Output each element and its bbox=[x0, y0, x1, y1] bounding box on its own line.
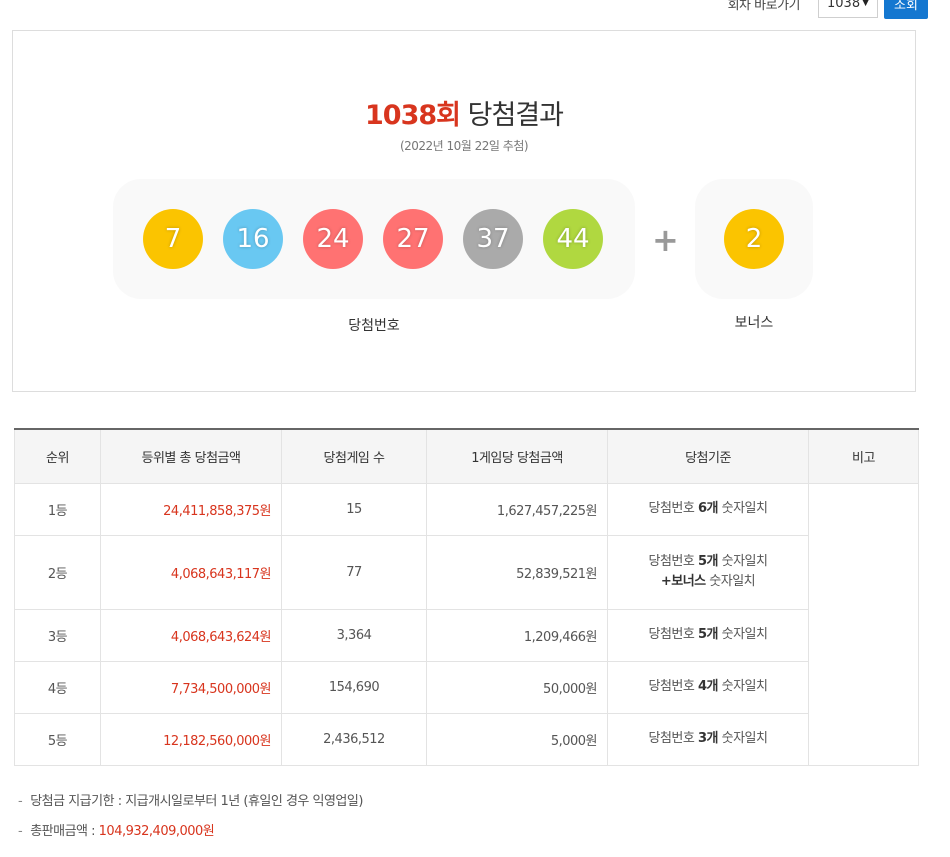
criteria-count: 6개 bbox=[697, 501, 719, 516]
winner-count-cell: 77 bbox=[281, 534, 427, 610]
draw-date: (2022년 10월 22일 추첨) bbox=[399, 139, 529, 153]
column-header: 1게임당 당첨금액 bbox=[426, 428, 608, 484]
prize-table: 순위 등위별 총 당첨금액 당첨게임 수 1게임당 당첨금액 당첨기준 비고 1… bbox=[14, 428, 919, 766]
winner-count-cell: 15 bbox=[281, 482, 427, 536]
per-game-prize-cell: 50,000원 bbox=[426, 660, 608, 714]
criteria-text: 숫자일치 bbox=[718, 501, 768, 516]
total-prize-cell: 4,068,643,624원 bbox=[100, 608, 282, 662]
column-header: 당첨기준 bbox=[607, 428, 809, 484]
result-notes: - 당첨금 지급기한 : 지급개시일로부터 1년 (휴일인 경우 익영업일) -총… bbox=[18, 790, 363, 850]
winning-numbers-panel: 7 16 24 27 37 44 bbox=[113, 179, 635, 299]
criteria-text: 당첨번호 bbox=[648, 627, 698, 642]
bonus-ball: 2 bbox=[724, 209, 784, 269]
caret-down-icon: ▼ bbox=[862, 0, 869, 8]
criteria-count: 5개 bbox=[697, 554, 719, 569]
winning-ball: 16 bbox=[223, 209, 283, 269]
total-prize-cell: 12,182,560,000원 bbox=[100, 712, 282, 766]
winning-ball: 27 bbox=[383, 209, 443, 269]
total-sales-label: 총판매금액 : bbox=[30, 824, 99, 839]
rank-cell: 3등 bbox=[14, 608, 101, 662]
criteria-text: 당첨번호 bbox=[648, 501, 698, 516]
rank-cell: 2등 bbox=[14, 534, 101, 610]
round-selector-bar: 회차 바로가기 1038 ▼ 조회 bbox=[728, 0, 928, 20]
winning-ball: 37 bbox=[463, 209, 523, 269]
column-header: 당첨게임 수 bbox=[281, 428, 427, 484]
criteria-count: 5개 bbox=[697, 627, 719, 642]
winner-count-cell: 154,690 bbox=[281, 660, 427, 714]
column-header: 등위별 총 당첨금액 bbox=[100, 428, 282, 484]
winning-ball: 24 bbox=[303, 209, 363, 269]
result-round: 1038회 bbox=[365, 100, 461, 131]
round-select-value: 1038 bbox=[827, 0, 861, 11]
criteria-text: 숫자일치 bbox=[718, 731, 768, 746]
winning-numbers-label: 당첨번호 bbox=[348, 318, 400, 334]
criteria-cell: 당첨번호 4개 숫자일치 bbox=[607, 660, 809, 714]
total-sales-value: 104,932,409,000원 bbox=[98, 824, 215, 839]
per-game-prize-cell: 1,627,457,225원 bbox=[426, 482, 608, 536]
table-row: 3등 4,068,643,624원 3,364 1,209,466원 당첨번호 … bbox=[14, 608, 919, 662]
criteria-bonus: +보너스 bbox=[660, 574, 706, 589]
round-select[interactable]: 1038 ▼ bbox=[818, 0, 878, 18]
criteria-cell: 당첨번호 5개 숫자일치 +보너스 숫자일치 bbox=[607, 534, 809, 610]
goto-round-label: 회차 바로가기 bbox=[727, 0, 801, 13]
per-game-prize-cell: 5,000원 bbox=[426, 712, 608, 766]
criteria-text: 숫자일치 bbox=[718, 679, 768, 694]
criteria-text: 숫자일치 bbox=[718, 554, 768, 569]
result-title: 1038회 당첨결과 bbox=[13, 93, 915, 132]
payment-deadline-text: 당첨금 지급기한 : 지급개시일로부터 1년 (휴일인 경우 익영업일) bbox=[30, 794, 363, 809]
winner-count-cell: 3,364 bbox=[281, 608, 427, 662]
criteria-text: 당첨번호 bbox=[648, 679, 698, 694]
per-game-prize-cell: 52,839,521원 bbox=[426, 534, 608, 610]
bonus-number-panel: 2 bbox=[695, 179, 813, 299]
criteria-text: 숫자일치 bbox=[718, 627, 768, 642]
rank-cell: 5등 bbox=[14, 712, 101, 766]
bullet-dash: - bbox=[18, 824, 23, 839]
payment-deadline-note: - 당첨금 지급기한 : 지급개시일로부터 1년 (휴일인 경우 익영업일) bbox=[18, 790, 363, 809]
criteria-text: 당첨번호 bbox=[648, 554, 698, 569]
total-prize-cell: 4,068,643,117원 bbox=[100, 534, 282, 610]
result-title-suffix: 당첨결과 bbox=[467, 100, 564, 131]
criteria-text: 숫자일치 bbox=[705, 574, 756, 589]
winner-count-cell: 2,436,512 bbox=[281, 712, 427, 766]
rank-cell: 1등 bbox=[14, 482, 101, 536]
table-row: 1등 24,411,858,375원 15 1,627,457,225원 당첨번… bbox=[14, 482, 919, 766]
column-header: 순위 bbox=[14, 428, 101, 484]
bonus-label: 보너스 bbox=[734, 315, 774, 331]
criteria-count: 3개 bbox=[697, 731, 719, 746]
table-header-row: 순위 등위별 총 당첨금액 당첨게임 수 1게임당 당첨금액 당첨기준 비고 bbox=[14, 428, 919, 484]
rank-cell: 4등 bbox=[14, 660, 101, 714]
column-header: 비고 bbox=[808, 428, 919, 484]
total-prize-cell: 7,734,500,000원 bbox=[100, 660, 282, 714]
criteria-cell: 당첨번호 5개 숫자일치 bbox=[607, 608, 809, 662]
winning-ball: 44 bbox=[543, 209, 603, 269]
bullet-dash: - bbox=[18, 794, 23, 809]
table-row: 4등 7,734,500,000원 154,690 50,000원 당첨번호 4… bbox=[14, 660, 919, 714]
criteria-cell: 당첨번호 6개 숫자일치 bbox=[607, 482, 809, 536]
per-game-prize-cell: 1,209,466원 bbox=[426, 608, 608, 662]
total-prize-cell: 24,411,858,375원 bbox=[100, 482, 282, 536]
draw-result-box: 1038회 당첨결과 (2022년 10월 22일 추첨) 7 16 24 27… bbox=[12, 30, 916, 392]
search-button[interactable]: 조회 bbox=[884, 0, 928, 19]
total-sales-note: - 총판매금액 : 104,932,409,000원 bbox=[18, 820, 363, 839]
winning-ball: 7 bbox=[143, 209, 203, 269]
criteria-cell: 당첨번호 3개 숫자일치 bbox=[607, 712, 809, 766]
criteria-count: 4개 bbox=[697, 679, 719, 694]
note-cell bbox=[808, 482, 919, 766]
table-row: 5등 12,182,560,000원 2,436,512 5,000원 당첨번호… bbox=[14, 712, 919, 766]
table-row: 2등 4,068,643,117원 77 52,839,521원 당첨번호 5개… bbox=[14, 534, 919, 610]
criteria-text: 당첨번호 bbox=[648, 731, 698, 746]
plus-icon: + bbox=[652, 221, 679, 259]
